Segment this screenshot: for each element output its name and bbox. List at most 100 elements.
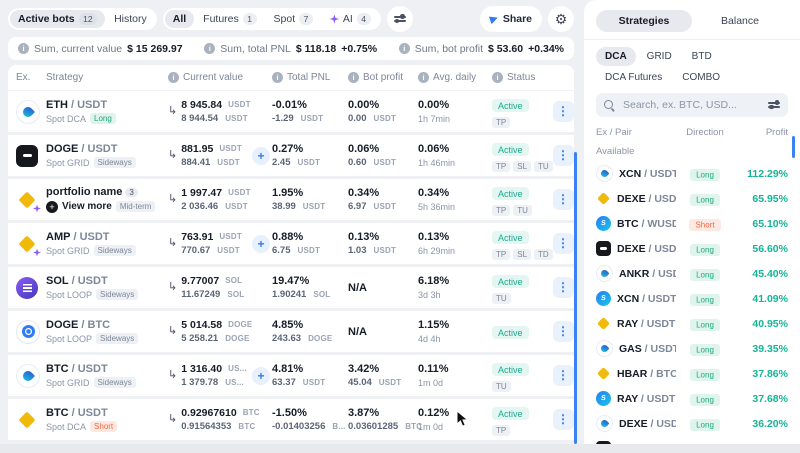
search-input[interactable] (621, 98, 762, 112)
table-filter-button[interactable] (387, 6, 413, 32)
total-pnl-percent: 0.88% (272, 231, 348, 243)
current-value-secondary-unit: USDT (225, 114, 248, 123)
tab-balance[interactable]: Balance (692, 10, 788, 32)
pair-list-item[interactable]: BTC / WUSD Short 65.10% (596, 211, 788, 236)
info-icon[interactable]: i (399, 43, 410, 54)
total-pnl-value: -1.29 (272, 113, 294, 124)
row-menu-button[interactable]: ⋮ (553, 277, 574, 298)
current-value-secondary-unit: SOL (227, 290, 244, 299)
row-menu-button[interactable]: ⋮ (553, 321, 574, 342)
info-icon[interactable]: i (168, 72, 179, 83)
settings-button[interactable]: ⚙ (548, 6, 574, 32)
table-row[interactable]: portfolio name 3 + View more Mid-term ↳ … (8, 179, 574, 220)
filter-all[interactable]: All (165, 10, 194, 28)
bot-profit-unit: USDT (374, 158, 397, 167)
exchange-icon (596, 291, 611, 306)
info-icon[interactable]: i (18, 43, 29, 54)
filter-futures[interactable]: Futures 1 (195, 10, 264, 28)
avg-daily-percent: 0.06% (418, 143, 449, 155)
table-header: Ex. Strategy iCurrent value iTotal PNL i… (8, 65, 574, 91)
total-pnl-unit: USDT (303, 202, 326, 211)
pair-quote: / USDT (81, 143, 117, 155)
table-row[interactable]: DOGE / USDT Spot GRID Sideways ↳ 881.95U… (8, 135, 574, 176)
pair-base: RAY (617, 318, 638, 330)
tab-combo[interactable]: COMBO (673, 68, 729, 87)
tab-active-bots[interactable]: Active bots 12 (10, 10, 105, 28)
status-tags: TP (492, 117, 552, 128)
table-row[interactable]: ETH / USDT Spot DCA Long ↳ 8 945.84USDT … (8, 91, 574, 132)
reinvest-arrow-icon: ↳ (168, 150, 177, 161)
current-value-secondary: 884.41 (181, 157, 210, 168)
pair-list-item[interactable]: DEXE / USDT Long 65.95% (596, 186, 788, 211)
direction-badge: Long (90, 113, 116, 124)
tab-dca-futures[interactable]: DCA Futures (596, 68, 671, 87)
pair-quote: / USDT (648, 418, 676, 430)
direction-badge: Long (690, 244, 720, 256)
tab-dca[interactable]: DCA (596, 47, 636, 66)
current-value-secondary-unit: BTC (238, 422, 255, 431)
col-bot-profit: iBot profit (348, 72, 418, 83)
info-icon[interactable]: i (348, 72, 359, 83)
row-menu-button[interactable]: ⋮ (553, 189, 574, 210)
info-icon[interactable]: i (492, 72, 503, 83)
main-scrollbar[interactable] (574, 152, 577, 444)
pair-list-item[interactable]: XCN / USDT Long 41.09% (596, 286, 788, 311)
pair-base: XCN (617, 293, 639, 305)
bot-profit-unit: USDT (374, 114, 397, 123)
col-ex: Ex. (16, 72, 46, 83)
share-button[interactable]: Share (480, 6, 542, 32)
add-funds-button[interactable]: + (252, 367, 270, 385)
strategy-type-tabs: DCA GRID BTD DCA Futures COMBO (596, 47, 788, 87)
row-menu-button[interactable]: ⋮ (553, 409, 574, 430)
total-pnl-unit: SOL (313, 290, 330, 299)
pair-list-item[interactable]: DEXE / USDT Long 56.60% (596, 236, 788, 261)
pair-list-item[interactable]: GAS / USDT Long 39.35% (596, 336, 788, 361)
tab-strategies[interactable]: Strategies (596, 10, 692, 32)
pair-base: DEXE (619, 418, 648, 430)
bottom-strip (0, 444, 800, 453)
total-pnl-line2: 1.90241SOL (272, 289, 348, 300)
pair-list-item[interactable]: ANKR / USDT Long 45.40% (596, 261, 788, 286)
table-row[interactable]: SOL / USDT Spot LOOP Sideways ↳ 9.77007S… (8, 267, 574, 308)
pair-list-item[interactable]: HBAR / BTC Long 37.86% (596, 361, 788, 386)
tab-history[interactable]: History (106, 10, 155, 28)
bot-profit-percent: 3.42% (348, 363, 418, 375)
panel-scrollbar[interactable] (792, 136, 795, 158)
table-row[interactable]: BTC / USDT Spot DCA Short ↳ 0.92967610BT… (8, 399, 574, 440)
pair-list-item[interactable]: XCN / USDT Long 112.29% (596, 161, 788, 186)
current-value-secondary: 2 036.46 (181, 201, 218, 212)
current-value-primary: 763.91 (181, 231, 213, 243)
direction-badge: Sideways (96, 289, 138, 300)
bots-dashboard: Active bots 12 History All Futures 1 Spo… (0, 0, 800, 453)
row-menu-button[interactable]: ⋮ (553, 101, 574, 122)
tab-btd[interactable]: BTD (683, 47, 721, 66)
profit-value: 36.20% (734, 418, 788, 430)
avg-daily-duration: 4d 4h (418, 334, 492, 344)
table-row[interactable]: DOGE / BTC Spot LOOP Sideways ↳ 5 014.58… (8, 311, 574, 352)
info-icon[interactable]: i (204, 43, 215, 54)
row-menu-button[interactable]: ⋮ (553, 145, 574, 166)
view-more-plus-icon[interactable]: + (46, 201, 58, 213)
add-funds-button[interactable]: + (252, 147, 270, 165)
table-row[interactable]: AMP / USDT Spot GRID Sideways ↳ 763.91US… (8, 223, 574, 264)
exchange-icon (596, 165, 613, 182)
status-tags: TPSLTU (492, 161, 552, 172)
reinvest-arrow-icon: ↳ (168, 370, 177, 381)
filter-ai[interactable]: AI 4 (322, 10, 379, 28)
add-funds-button[interactable]: + (252, 235, 270, 253)
ai-count: 4 (357, 13, 371, 25)
total-pnl-value: 2.45 (272, 157, 291, 168)
pair-list-item[interactable]: RAY / USDT Long 37.68% (596, 386, 788, 411)
info-icon[interactable]: i (272, 72, 283, 83)
search-filter-icon[interactable] (768, 100, 780, 110)
pair-list-item[interactable]: DEXE / USDT Long 36.20% (596, 411, 788, 436)
table-row[interactable]: BTC / USDT Spot GRID Sideways ↳ 1 316.40… (8, 355, 574, 396)
row-menu-button[interactable]: ⋮ (553, 233, 574, 254)
pair-list-item[interactable]: RAY / USDT Long 40.95% (596, 311, 788, 336)
exchange-icon (16, 409, 38, 431)
info-icon[interactable]: i (418, 72, 429, 83)
filter-spot[interactable]: Spot 7 (266, 10, 321, 28)
tab-grid[interactable]: GRID (638, 47, 681, 66)
row-menu-button[interactable]: ⋮ (553, 365, 574, 386)
mouse-cursor (456, 410, 471, 428)
